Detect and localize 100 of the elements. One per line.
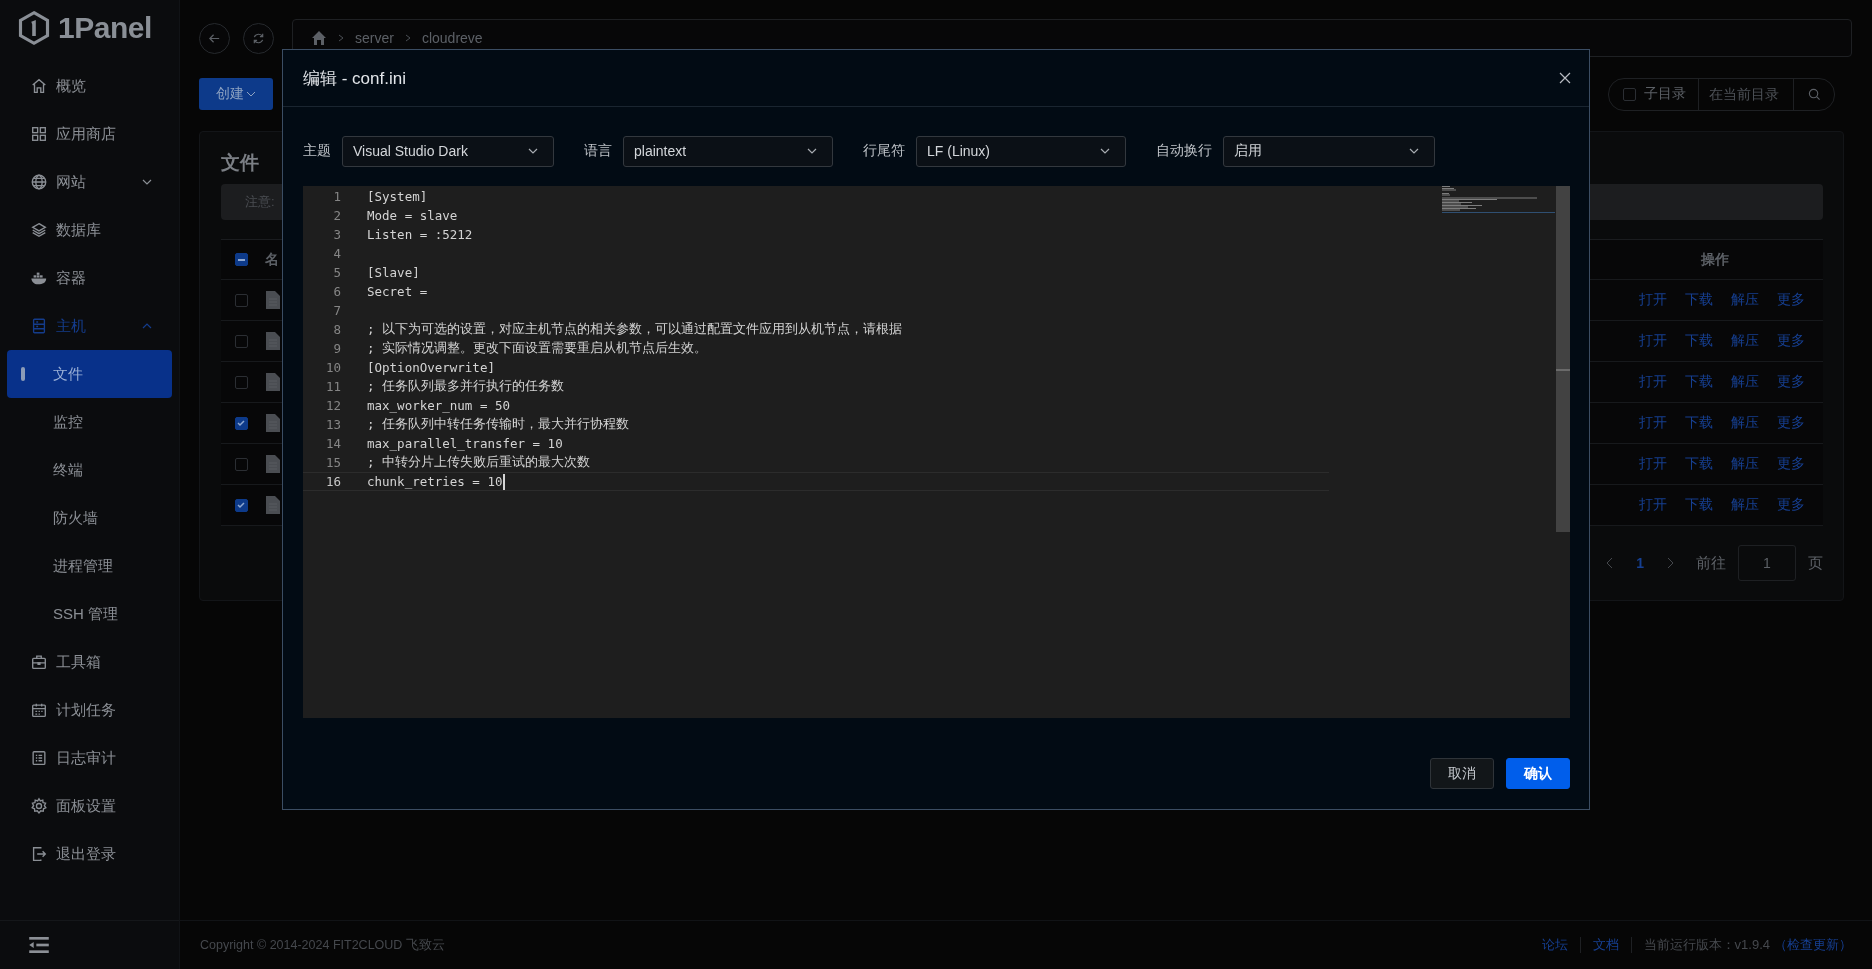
row-action-link[interactable]: 打开: [1639, 496, 1667, 514]
code-line: ; 中转分片上传失败后重试的最大次数: [367, 454, 591, 471]
back-button[interactable]: [199, 22, 230, 54]
doc-icon: [30, 749, 48, 767]
row-action-link[interactable]: 下载: [1685, 291, 1713, 309]
row-action-link[interactable]: 更多: [1777, 332, 1805, 350]
sidebar-item[interactable]: 网站: [0, 158, 179, 206]
sidebar-item[interactable]: 面板设置: [0, 782, 179, 830]
row-action-link[interactable]: 下载: [1685, 496, 1713, 514]
gear-icon: [30, 797, 48, 815]
row-checkbox[interactable]: [234, 416, 248, 430]
sidebar-item[interactable]: 容器: [0, 254, 179, 302]
sidebar-item[interactable]: 数据库: [0, 206, 179, 254]
row-checkbox[interactable]: [234, 334, 248, 348]
code-editor[interactable]: [303, 186, 1570, 718]
case-icon: [30, 653, 48, 671]
row-action-link[interactable]: 更多: [1777, 373, 1805, 391]
row-action-link[interactable]: 更多: [1777, 414, 1805, 432]
row-action-link[interactable]: 打开: [1639, 332, 1667, 350]
row-action-link[interactable]: 下载: [1685, 332, 1713, 350]
row-action-link[interactable]: 打开: [1639, 373, 1667, 391]
row-action-link[interactable]: 下载: [1685, 373, 1713, 391]
option-select[interactable]: plaintext: [623, 135, 833, 167]
select-all-checkbox[interactable]: [234, 253, 248, 266]
code-line: Secret =: [367, 284, 428, 299]
row-action-link[interactable]: 更多: [1777, 496, 1805, 514]
card-title: 文件: [221, 151, 259, 175]
search-field[interactable]: 在当前目录: [1699, 78, 1794, 110]
cancel-button[interactable]: 取消: [1430, 758, 1494, 789]
row-action-link[interactable]: 解压: [1731, 291, 1759, 309]
dialog-title: 编辑 - conf.ini: [303, 67, 406, 90]
row-checkbox[interactable]: [234, 498, 248, 512]
option-label: 自动换行: [1156, 142, 1212, 160]
sidebar-subitem[interactable]: 终端: [7, 446, 172, 494]
line-number: 13: [324, 417, 341, 432]
line-number: 11: [324, 379, 341, 394]
goto-label: 前往: [1696, 553, 1726, 573]
footer-link[interactable]: 文档: [1592, 936, 1619, 954]
sidebar-item[interactable]: 应用商店: [0, 110, 179, 158]
sidebar-item[interactable]: 工具箱: [0, 638, 179, 686]
sidebar-subitem[interactable]: 文件: [7, 350, 172, 398]
file-icon: [266, 291, 280, 309]
collapse-menu-icon[interactable]: [29, 937, 49, 953]
line-number: 2: [332, 208, 341, 223]
row-action-link[interactable]: 解压: [1731, 414, 1759, 432]
checkmark-icon: [236, 500, 246, 510]
page-input[interactable]: 1: [1738, 545, 1796, 581]
file-icon: [266, 414, 280, 432]
sidebar-item[interactable]: 主机: [0, 302, 179, 350]
server-icon: [30, 317, 48, 335]
calendar-icon: [30, 701, 48, 719]
close-icon[interactable]: [1559, 72, 1571, 84]
row-action-link[interactable]: 解压: [1731, 332, 1759, 350]
sidebar-item[interactable]: 日志审计: [0, 734, 179, 782]
line-number: 5: [332, 265, 341, 280]
breadcrumb-link[interactable]: server: [355, 30, 394, 46]
home-icon[interactable]: [311, 30, 327, 46]
row-action-link[interactable]: 打开: [1639, 414, 1667, 432]
row-checkbox[interactable]: [234, 457, 248, 471]
option-select[interactable]: 启用: [1223, 135, 1435, 167]
sidebar-item[interactable]: 退出登录: [0, 830, 179, 878]
sidebar-item[interactable]: 计划任务: [0, 686, 179, 734]
code-line: [System]: [367, 189, 428, 204]
file-icon: [266, 373, 280, 391]
line-number: 8: [332, 322, 341, 337]
option-select[interactable]: Visual Studio Dark: [342, 135, 554, 167]
confirm-button[interactable]: 确认: [1506, 758, 1570, 789]
option-label: 主题: [303, 142, 331, 160]
row-action-link[interactable]: 更多: [1777, 455, 1805, 473]
page-number[interactable]: 1: [1636, 555, 1644, 571]
row-action-link[interactable]: 解压: [1731, 373, 1759, 391]
row-checkbox[interactable]: [234, 293, 248, 307]
sidebar-subitem[interactable]: 防火墙: [7, 494, 172, 542]
sidebar-item[interactable]: 概览: [0, 62, 179, 110]
row-checkbox[interactable]: [234, 375, 248, 389]
breadcrumb-link[interactable]: cloudreve: [421, 30, 483, 46]
row-action-link[interactable]: 更多: [1777, 291, 1805, 309]
next-page-icon[interactable]: [1666, 557, 1674, 569]
row-action-link[interactable]: 解压: [1731, 455, 1759, 473]
line-number: 10: [324, 360, 341, 375]
subdir-checkbox[interactable]: [1623, 87, 1636, 101]
column-header: 名: [265, 250, 279, 269]
row-action-link[interactable]: 解压: [1731, 496, 1759, 514]
row-action-link[interactable]: 下载: [1685, 455, 1713, 473]
page-suffix: 页: [1808, 553, 1823, 573]
refresh-button[interactable]: [243, 22, 274, 54]
create-button[interactable]: 创建: [199, 78, 273, 110]
row-action-link[interactable]: 打开: [1639, 455, 1667, 473]
option-select[interactable]: LF (Linux): [916, 135, 1126, 167]
prev-page-icon[interactable]: [1606, 557, 1615, 569]
check-update-link[interactable]: （检查更新）: [1774, 936, 1852, 954]
sidebar-subitem[interactable]: SSH 管理: [7, 590, 172, 638]
scrollbar[interactable]: [1556, 186, 1570, 532]
line-number: 4: [332, 246, 341, 261]
footer-link[interactable]: 论坛: [1541, 936, 1568, 954]
separator-icon: [403, 34, 412, 42]
row-action-link[interactable]: 下载: [1685, 414, 1713, 432]
row-action-link[interactable]: 打开: [1639, 291, 1667, 309]
sidebar-subitem[interactable]: 进程管理: [7, 542, 172, 590]
sidebar-subitem[interactable]: 监控: [7, 398, 172, 446]
